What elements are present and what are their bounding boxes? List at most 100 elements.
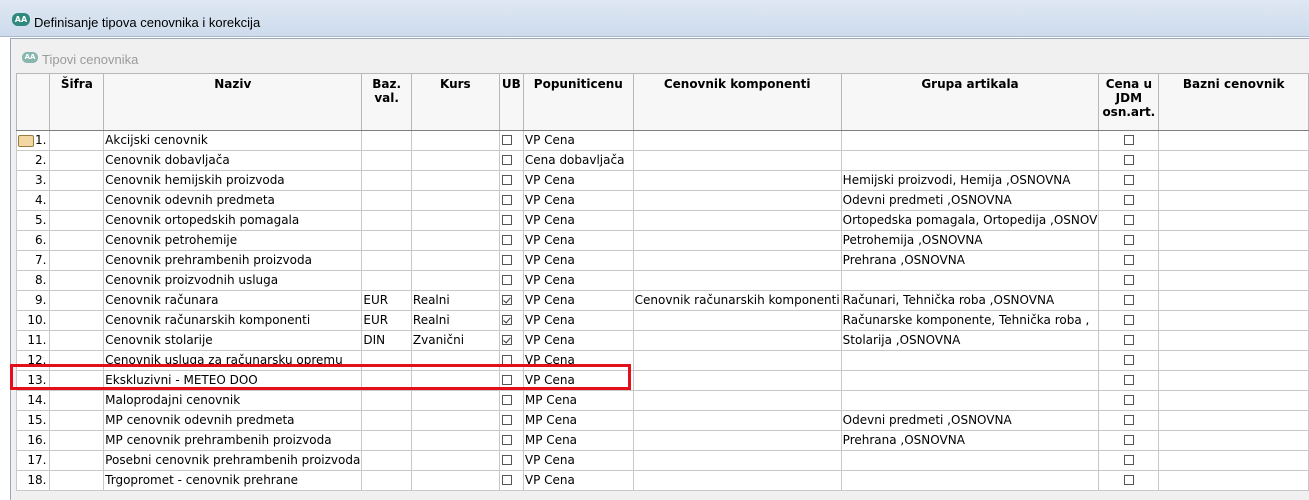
cell-ub[interactable] bbox=[498, 230, 524, 251]
cell-popuniti[interactable]: VP Cena bbox=[522, 210, 634, 231]
row-number[interactable]: 9. bbox=[15, 290, 51, 311]
ub-checkbox[interactable] bbox=[501, 154, 512, 165]
cell-grupa[interactable] bbox=[840, 270, 1100, 291]
cell-sifra[interactable] bbox=[49, 230, 105, 251]
cell-grupa[interactable]: Računari, Tehnička roba ,OSNOVNA bbox=[840, 290, 1100, 311]
cell-bazni[interactable] bbox=[1158, 210, 1309, 231]
cell-cena-jdm[interactable] bbox=[1098, 350, 1160, 371]
ub-checkbox[interactable] bbox=[501, 334, 512, 345]
cell-cena-jdm[interactable] bbox=[1098, 270, 1160, 291]
cell-popuniti[interactable]: VP Cena bbox=[522, 270, 634, 291]
cell-sifra[interactable] bbox=[49, 250, 105, 271]
cell-bazni[interactable] bbox=[1158, 130, 1309, 151]
row-number[interactable]: 11. bbox=[15, 330, 51, 351]
cell-cena-jdm[interactable] bbox=[1098, 330, 1160, 351]
cell-komponenti[interactable] bbox=[632, 170, 842, 191]
cell-bazni[interactable] bbox=[1158, 410, 1309, 431]
cell-kurs[interactable] bbox=[410, 150, 500, 171]
cell-cena-jdm[interactable] bbox=[1098, 230, 1160, 251]
cell-popuniti[interactable]: MP Cena bbox=[522, 410, 634, 431]
cena-jdm-checkbox[interactable] bbox=[1123, 454, 1134, 465]
cell-ub[interactable] bbox=[498, 410, 524, 431]
table-row[interactable]: 10. Cenovnik računarskih komponenti EUR Rea… bbox=[15, 310, 1309, 331]
cell-kurs[interactable]: Zvanični bbox=[410, 330, 500, 351]
cell-sifra[interactable] bbox=[49, 310, 105, 331]
cell-ub[interactable] bbox=[498, 330, 524, 351]
cell-bazval[interactable] bbox=[361, 270, 412, 291]
ub-checkbox[interactable] bbox=[501, 194, 512, 205]
cell-komponenti[interactable] bbox=[632, 310, 842, 331]
cell-cena-jdm[interactable] bbox=[1098, 310, 1160, 331]
cell-bazni[interactable] bbox=[1158, 230, 1309, 251]
cell-bazni[interactable] bbox=[1158, 430, 1309, 451]
cell-grupa[interactable]: Petrohemija ,OSNOVNA bbox=[840, 230, 1100, 251]
cell-sifra[interactable] bbox=[49, 410, 105, 431]
cell-cena-jdm[interactable] bbox=[1098, 170, 1160, 191]
cell-ub[interactable] bbox=[498, 150, 524, 171]
table-row[interactable]: 15. MP cenovnik odevnih predmeta MP Cena Od… bbox=[15, 410, 1309, 431]
table-row[interactable]: 8. Cenovnik proizvodnih usluga VP Cena bbox=[15, 270, 1309, 291]
cell-grupa[interactable] bbox=[840, 370, 1100, 391]
cell-grupa[interactable]: Ortopedska pomagala, Ortopedija ,OSNOV bbox=[840, 210, 1100, 231]
ub-checkbox[interactable] bbox=[501, 234, 512, 245]
cell-naziv[interactable]: MP cenovnik odevnih predmeta bbox=[103, 410, 363, 431]
row-number[interactable]: 4. bbox=[15, 190, 51, 211]
cell-ub[interactable] bbox=[498, 310, 524, 331]
cell-bazval[interactable] bbox=[361, 250, 412, 271]
cell-bazval[interactable] bbox=[361, 430, 412, 451]
cell-naziv[interactable]: Cenovnik petrohemije bbox=[103, 230, 363, 251]
col-header-sifra[interactable]: Šifra bbox=[49, 73, 105, 131]
cell-popuniti[interactable]: VP Cena bbox=[522, 310, 634, 331]
cell-sifra[interactable] bbox=[49, 270, 105, 291]
cena-jdm-checkbox[interactable] bbox=[1123, 214, 1134, 225]
cell-bazni[interactable] bbox=[1158, 250, 1309, 271]
cell-grupa[interactable]: Stolarija ,OSNOVNA bbox=[840, 330, 1100, 351]
cell-komponenti[interactable] bbox=[632, 150, 842, 171]
cell-bazni[interactable] bbox=[1158, 370, 1309, 391]
ub-checkbox[interactable] bbox=[501, 434, 512, 445]
cell-sifra[interactable] bbox=[49, 190, 105, 211]
cell-sifra[interactable] bbox=[49, 470, 105, 491]
cell-ub[interactable] bbox=[498, 170, 524, 191]
cena-jdm-checkbox[interactable] bbox=[1123, 434, 1134, 445]
cell-popuniti[interactable]: VP Cena bbox=[522, 250, 634, 271]
col-header-cena-jdm[interactable]: Cena u JDM osn.art. bbox=[1098, 73, 1160, 131]
row-number[interactable]: 15. bbox=[15, 410, 51, 431]
cell-ub[interactable] bbox=[498, 390, 524, 411]
cell-komponenti[interactable] bbox=[632, 210, 842, 231]
ub-checkbox[interactable] bbox=[501, 394, 512, 405]
cell-cena-jdm[interactable] bbox=[1098, 290, 1160, 311]
cell-popuniti[interactable]: VP Cena bbox=[522, 230, 634, 251]
cell-komponenti[interactable] bbox=[632, 350, 842, 371]
cell-naziv[interactable]: Akcijski cenovnik bbox=[103, 130, 363, 151]
cell-cena-jdm[interactable] bbox=[1098, 450, 1160, 471]
cell-bazval[interactable] bbox=[361, 190, 412, 211]
cell-naziv[interactable]: Cenovnik računarskih komponenti bbox=[103, 310, 363, 331]
cell-komponenti[interactable] bbox=[632, 390, 842, 411]
cell-bazval[interactable] bbox=[361, 390, 412, 411]
table-row[interactable]: 18. Trgopromet - cenovnik prehrane VP Cena bbox=[15, 470, 1309, 491]
ub-checkbox[interactable] bbox=[501, 314, 512, 325]
row-number[interactable]: 10. bbox=[15, 310, 51, 331]
cell-kurs[interactable] bbox=[410, 190, 500, 211]
cell-kurs[interactable] bbox=[410, 470, 500, 491]
cell-ub[interactable] bbox=[498, 290, 524, 311]
cell-popuniti[interactable]: VP Cena bbox=[522, 190, 634, 211]
cell-cena-jdm[interactable] bbox=[1098, 390, 1160, 411]
cell-komponenti[interactable] bbox=[632, 450, 842, 471]
cell-komponenti[interactable] bbox=[632, 230, 842, 251]
cell-popuniti[interactable]: VP Cena bbox=[522, 130, 634, 151]
cell-naziv[interactable]: Cenovnik računara bbox=[103, 290, 363, 311]
cena-jdm-checkbox[interactable] bbox=[1123, 334, 1134, 345]
cell-popuniti[interactable]: VP Cena bbox=[522, 330, 634, 351]
col-header-bazval[interactable]: Baz. val. bbox=[361, 73, 412, 131]
cell-bazval[interactable] bbox=[361, 410, 412, 431]
cell-grupa[interactable]: Računarske komponente, Tehnička roba , bbox=[840, 310, 1100, 331]
table-row[interactable]: 2. Cenovnik dobavljača Cena dobavljača bbox=[15, 150, 1309, 171]
cell-bazni[interactable] bbox=[1158, 310, 1309, 331]
table-row[interactable]: 11. Cenovnik stolarije DIN Zvanični VP Cena S… bbox=[15, 330, 1309, 351]
cell-cena-jdm[interactable] bbox=[1098, 370, 1160, 391]
cell-grupa[interactable]: Prehrana ,OSNOVNA bbox=[840, 430, 1100, 451]
cell-kurs[interactable] bbox=[410, 430, 500, 451]
cell-kurs[interactable] bbox=[410, 170, 500, 191]
